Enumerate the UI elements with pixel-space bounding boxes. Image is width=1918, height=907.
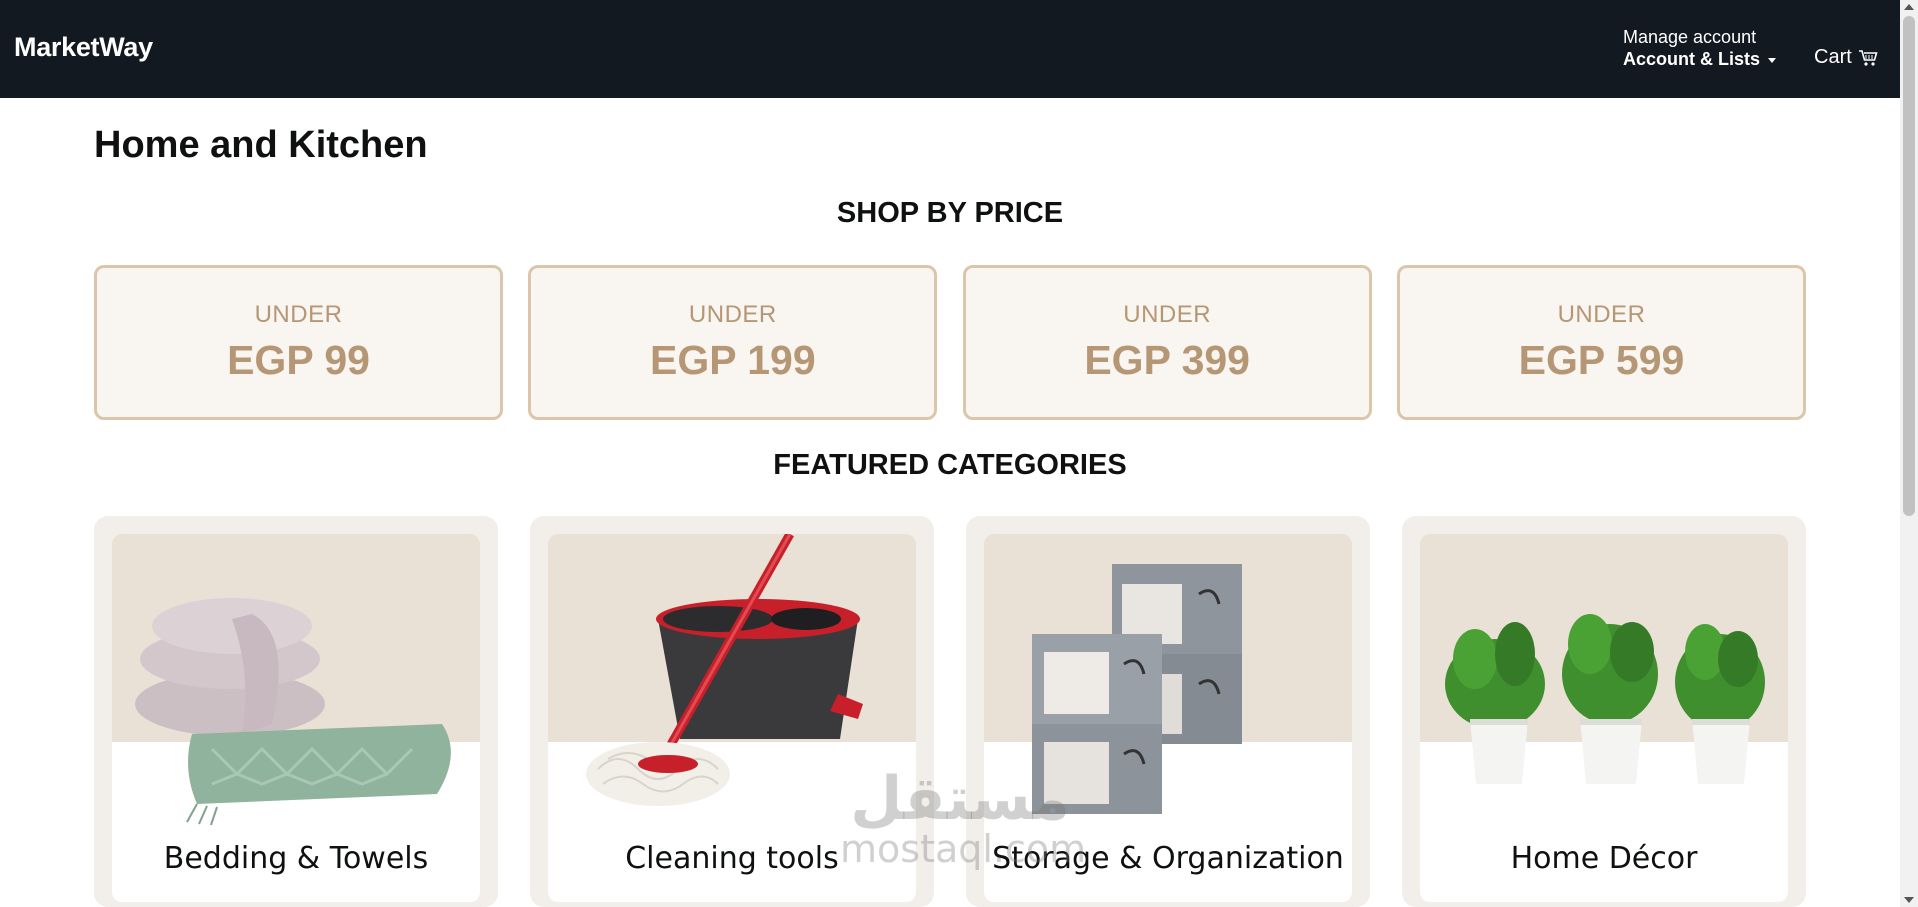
category-tile: Bedding & Towels [112,534,480,902]
pillows-towel-image [135,598,451,826]
category-label: Storage & Organization [992,841,1344,876]
category-tile: Storage & Organization [984,534,1352,902]
price-card-under-label: UNDER [1557,301,1646,328]
price-card-under-label: UNDER [254,301,343,328]
price-card-amount: EGP 399 [1084,337,1250,383]
account-greeting: Manage account [1623,27,1757,47]
site-logo[interactable]: MarketWay [14,32,153,63]
storage-boxes-image [1032,564,1242,814]
potted-plants-image [1445,614,1765,784]
cart-button[interactable]: Cart [1814,46,1878,69]
spin-mop-bucket-image [586,534,863,806]
price-card-amount: EGP 199 [650,337,816,383]
page-scrollbar[interactable] [1900,0,1918,907]
account-menu[interactable]: Manage account Account & Lists [1623,26,1777,70]
shop-by-price-heading: SHOP BY PRICE [836,197,1064,229]
price-card-amount: EGP 599 [1518,337,1685,383]
price-card-under-199[interactable]: UNDER EGP 199 [528,265,938,420]
scroll-up-arrow-icon[interactable] [1904,4,1914,10]
category-label: Cleaning tools [625,841,839,876]
price-card-under-label: UNDER [688,301,777,328]
page-title: Home and Kitchen [94,124,428,166]
category-tile: Home Décor [1420,534,1788,902]
caret-down-icon [1768,57,1777,63]
featured-categories-heading: FEATURED CATEGORIES [773,449,1127,481]
scrollbar-thumb[interactable] [1903,16,1915,516]
category-card-home-decor[interactable]: Home Décor [1402,516,1806,907]
category-label: Home Décor [1510,841,1698,876]
price-card-amount: EGP 99 [227,337,370,383]
cart-label: Cart [1814,46,1852,68]
scroll-down-arrow-icon[interactable] [1904,897,1914,903]
price-card-under-label: UNDER [1123,301,1212,328]
price-card-under-99[interactable]: UNDER EGP 99 [94,265,503,420]
category-card-storage-organization[interactable]: Storage & Organization [966,516,1370,907]
top-navigation-bar: MarketWay Manage account Account & Lists… [0,0,1900,98]
featured-categories-row: Bedding & Towels Cleaning tools Storage … [94,516,1806,907]
price-filter-row: UNDER EGP 99 UNDER EGP 199 UNDER EGP 399… [94,265,1806,420]
category-card-bedding-towels[interactable]: Bedding & Towels [94,516,498,907]
account-lists-label: Account & Lists [1623,48,1777,70]
category-label: Bedding & Towels [163,841,429,876]
category-card-cleaning-tools[interactable]: Cleaning tools [530,516,934,907]
category-tile: Cleaning tools [548,534,916,902]
cart-icon [1858,49,1878,66]
price-card-under-399[interactable]: UNDER EGP 399 [962,265,1372,420]
price-card-under-599[interactable]: UNDER EGP 599 [1396,265,1806,420]
